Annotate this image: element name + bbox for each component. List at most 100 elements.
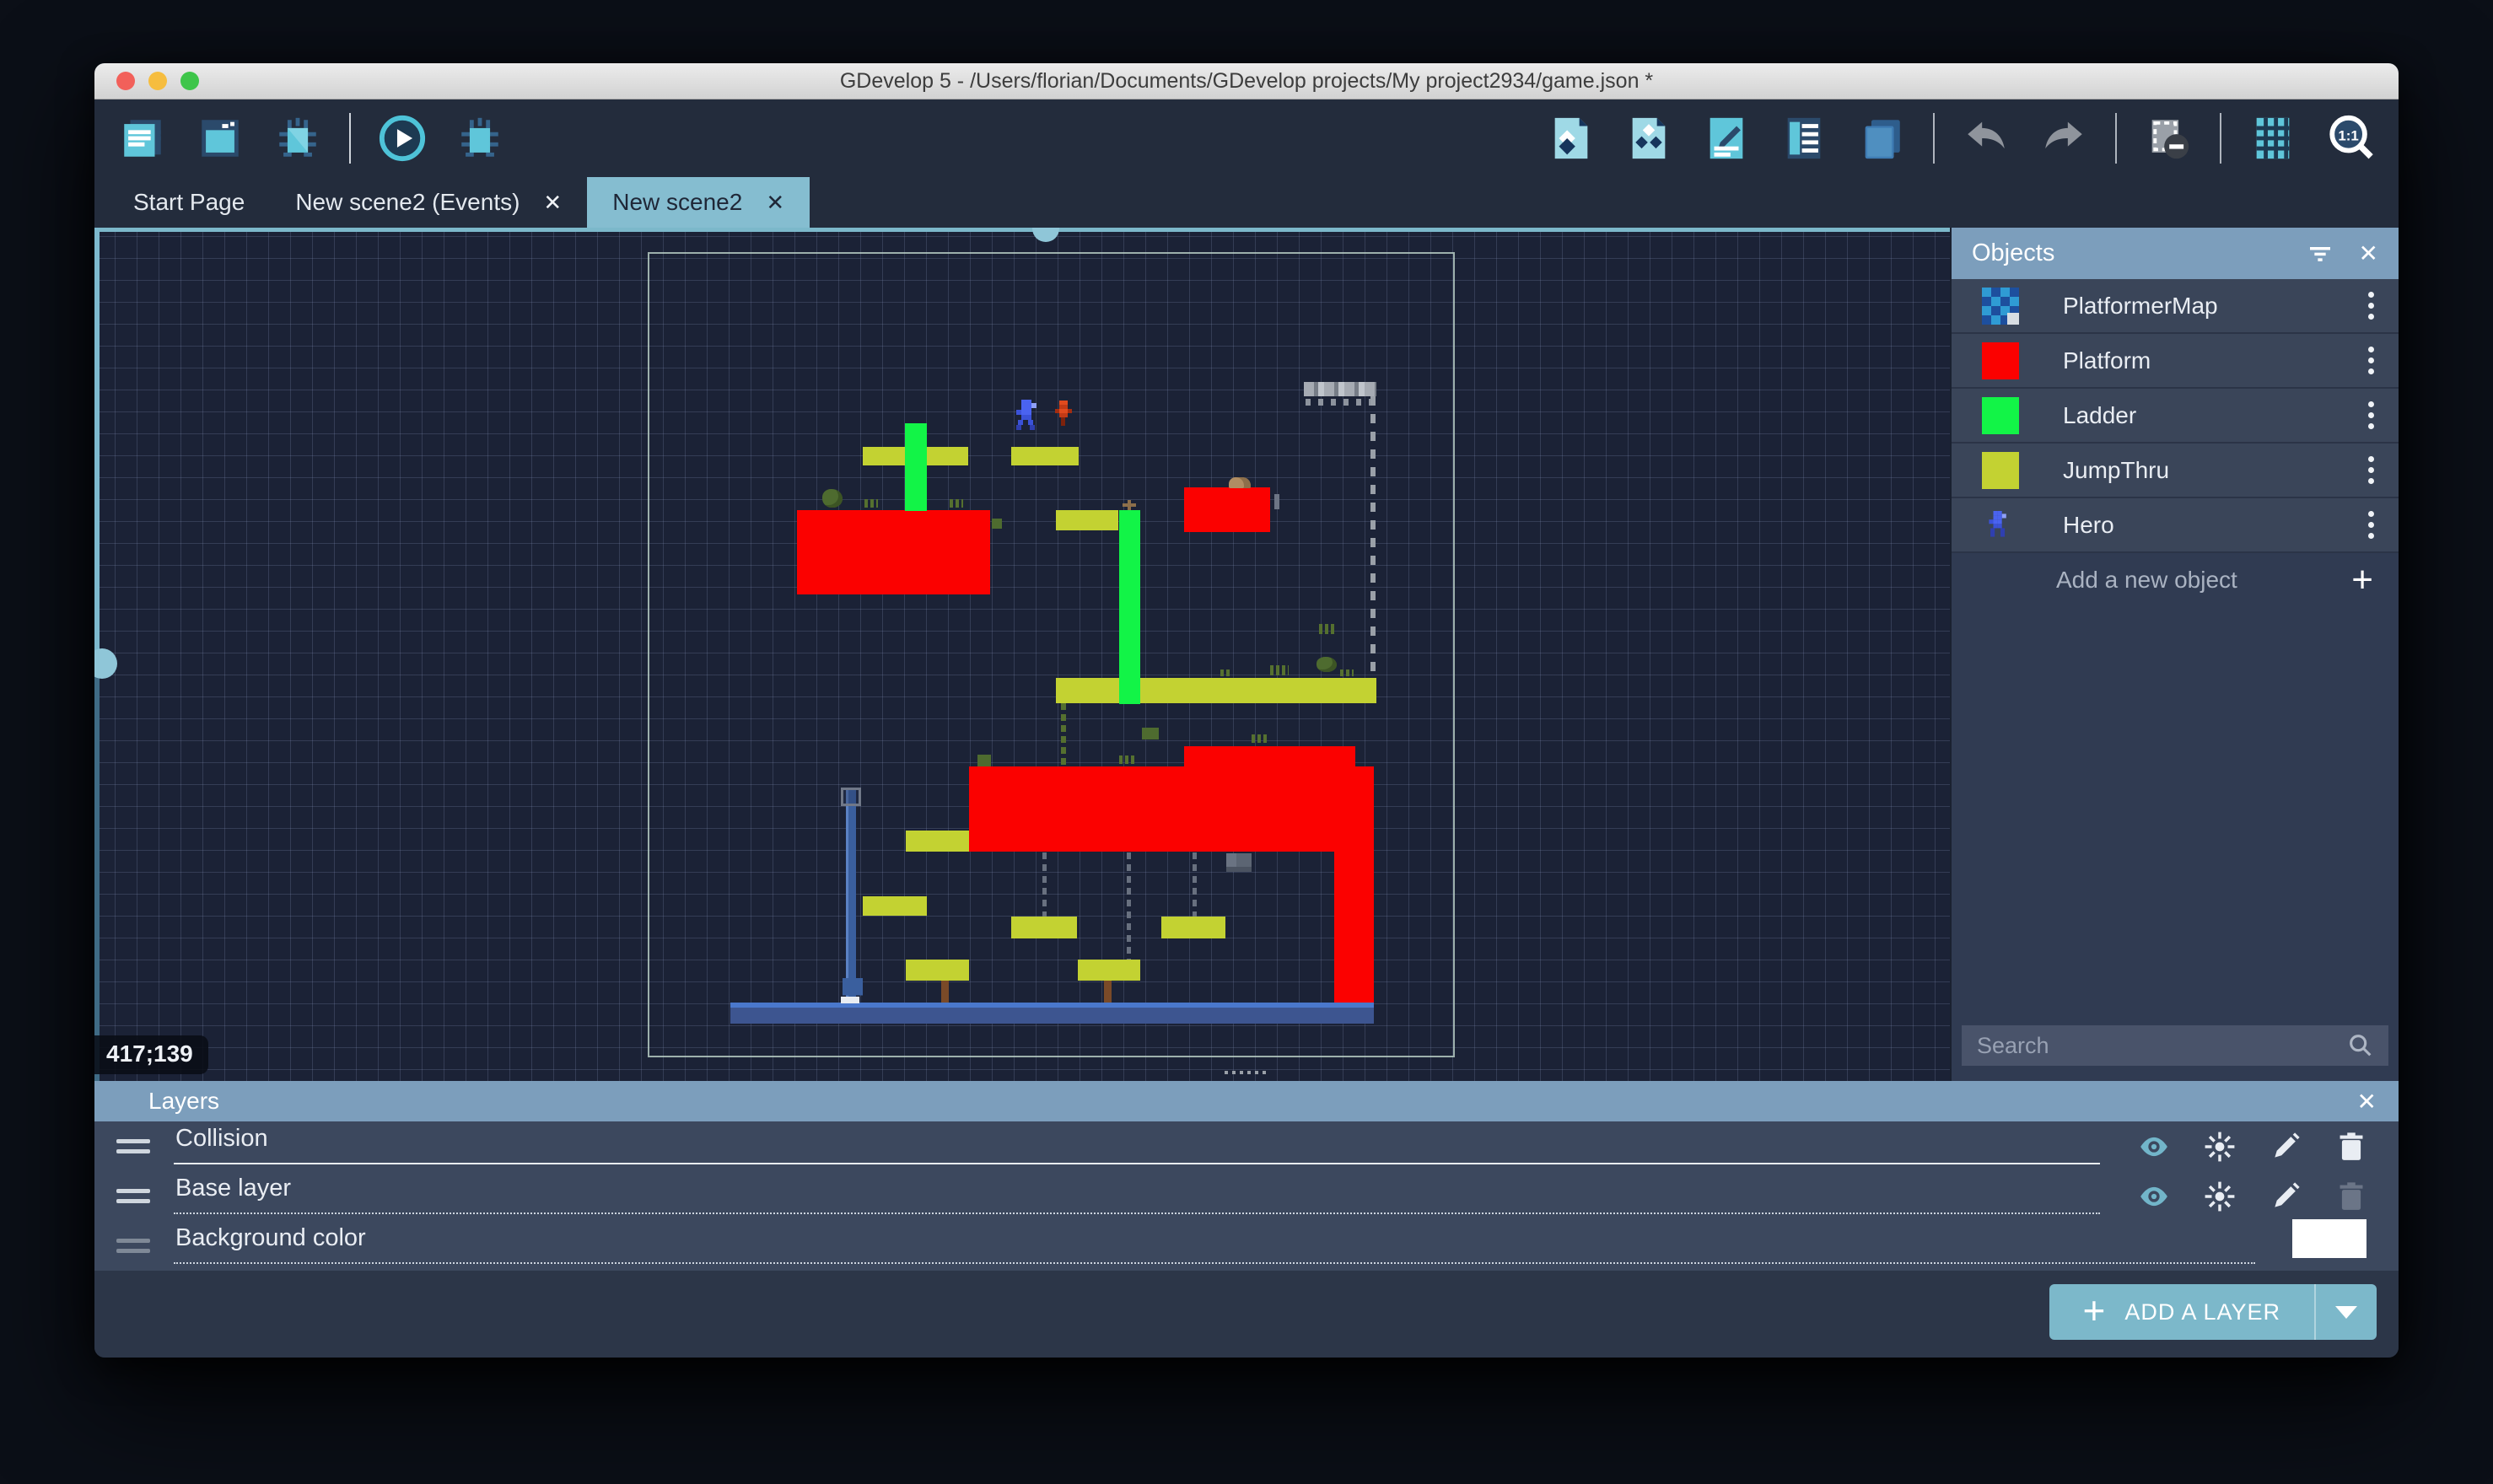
ladder-instance[interactable]: [905, 423, 927, 511]
delete-trash-icon[interactable]: [2334, 1180, 2368, 1213]
greenblock-instance[interactable]: [992, 519, 1002, 529]
layers-list-icon[interactable]: [1855, 112, 1908, 164]
object-groups-icon[interactable]: [1623, 112, 1675, 164]
cap-instance[interactable]: [841, 788, 861, 806]
jumpthru-instance[interactable]: [906, 960, 969, 981]
close-icon[interactable]: ✕: [543, 190, 562, 216]
play-icon[interactable]: [376, 112, 428, 164]
project-manager-icon[interactable]: [116, 112, 169, 164]
flag-instance[interactable]: [843, 978, 863, 1003]
red-instance[interactable]: [797, 510, 990, 594]
search-input[interactable]: [1975, 1032, 2346, 1060]
greenblock-instance[interactable]: [977, 755, 991, 766]
brick-instance[interactable]: [1226, 853, 1252, 872]
bush-instance[interactable]: [822, 489, 843, 508]
instances-list-icon[interactable]: [1778, 112, 1830, 164]
minimize-window-button[interactable]: [148, 72, 167, 90]
start-page-icon[interactable]: [194, 112, 246, 164]
object-search-box[interactable]: [1962, 1025, 2388, 1066]
close-icon[interactable]: ✕: [766, 190, 784, 216]
object-row-ladder[interactable]: Ladder: [1952, 389, 2399, 444]
edit-pencil-icon[interactable]: [2269, 1130, 2302, 1164]
layer-row-base-layer[interactable]: Base layer: [94, 1171, 2399, 1221]
pole-instance[interactable]: [846, 790, 856, 1003]
post-instance[interactable]: [941, 981, 949, 1003]
object-row-hero[interactable]: Hero: [1952, 498, 2399, 553]
chain-instance[interactable]: [1042, 852, 1047, 918]
object-menu-icon[interactable]: [2358, 456, 2383, 484]
object-menu-icon[interactable]: [2358, 401, 2383, 429]
layer-row-background-color[interactable]: Background color: [94, 1221, 2399, 1271]
add-a-layer-button[interactable]: + ADD A LAYER: [2049, 1284, 2377, 1340]
jumpthru-instance[interactable]: [906, 831, 969, 852]
drag-handle-icon[interactable]: [116, 1189, 150, 1203]
jumpthru-instance[interactable]: [1078, 960, 1140, 981]
maximize-window-button[interactable]: [180, 72, 199, 90]
add-layer-dropdown-button[interactable]: [2316, 1284, 2377, 1340]
tab-start-page[interactable]: Start Page: [108, 177, 270, 228]
hero-blue-instance[interactable]: [1011, 400, 1037, 432]
snail-instance[interactable]: [1229, 477, 1251, 488]
effects-icon[interactable]: [2203, 1130, 2237, 1164]
grass-instance[interactable]: [1270, 665, 1289, 675]
grass-instance[interactable]: [1220, 669, 1232, 676]
chain-instance[interactable]: [1193, 852, 1197, 918]
object-row-platformermap[interactable]: PlatformerMap: [1952, 279, 2399, 334]
layer-name-field[interactable]: Base layer: [174, 1166, 2100, 1214]
tick-instance[interactable]: [1274, 494, 1279, 509]
object-row-platform[interactable]: Platform: [1952, 334, 2399, 389]
add-new-object-button[interactable]: Add a new object +: [1952, 553, 2399, 606]
jumpthru-instance[interactable]: [1011, 447, 1079, 465]
crane-dots-instance[interactable]: [1306, 399, 1375, 406]
grid-icon[interactable]: [2247, 112, 2299, 164]
edit-pencil-icon[interactable]: [2269, 1180, 2302, 1213]
close-icon[interactable]: ✕: [2357, 1088, 2377, 1116]
window-mask-icon[interactable]: [2142, 112, 2194, 164]
grass-instance[interactable]: [1319, 624, 1334, 634]
zoom-1-1-icon[interactable]: 1:1: [2324, 112, 2377, 164]
close-window-button[interactable]: [116, 72, 135, 90]
filter-icon[interactable]: [2307, 240, 2334, 267]
object-menu-icon[interactable]: [2358, 511, 2383, 539]
jumpthru-instance[interactable]: [863, 896, 927, 916]
background-color-swatch[interactable]: [2292, 1219, 2366, 1258]
effects-icon[interactable]: [2203, 1180, 2237, 1213]
object-menu-icon[interactable]: [2358, 347, 2383, 374]
ladder-instance[interactable]: [1119, 510, 1140, 704]
jumpthru-instance[interactable]: [1161, 917, 1225, 938]
bush-instance[interactable]: [1316, 657, 1337, 672]
dash-v-instance[interactable]: [1370, 396, 1376, 678]
objects-editor-icon[interactable]: [1545, 112, 1597, 164]
grass-instance[interactable]: [1252, 734, 1267, 743]
grass-instance[interactable]: [864, 499, 878, 508]
red-instance[interactable]: [1184, 487, 1270, 532]
floor-instance[interactable]: [730, 1003, 1374, 1024]
layer-row-collision[interactable]: Collision: [94, 1121, 2399, 1171]
close-icon[interactable]: ✕: [2359, 239, 2378, 267]
drag-handle-icon[interactable]: [116, 1139, 150, 1153]
visibility-eye-icon[interactable]: [2137, 1180, 2171, 1213]
jumpthru-instance[interactable]: [1011, 917, 1077, 938]
properties-icon[interactable]: [1700, 112, 1753, 164]
delete-trash-icon[interactable]: [2334, 1130, 2368, 1164]
red-instance[interactable]: [1184, 746, 1355, 767]
hero-red-instance[interactable]: [1055, 401, 1074, 426]
layer-name-field[interactable]: Collision: [174, 1116, 2100, 1164]
debug-preview-icon[interactable]: [454, 112, 506, 164]
greenblock-instance[interactable]: [1142, 728, 1159, 739]
grass-instance[interactable]: [950, 499, 963, 508]
dots-instance[interactable]: [1225, 1071, 1270, 1074]
object-row-jumpthru[interactable]: JumpThru: [1952, 444, 2399, 498]
debug-icon[interactable]: [272, 112, 324, 164]
scene-canvas[interactable]: 417;139: [94, 228, 1950, 1081]
vine-instance[interactable]: [1061, 703, 1066, 766]
grass-instance[interactable]: [1119, 755, 1134, 764]
jumpthru-instance[interactable]: [1056, 510, 1118, 530]
tab-new-scene2-events[interactable]: New scene2 (Events) ✕: [270, 177, 587, 228]
red-instance[interactable]: [1334, 852, 1374, 1003]
redo-icon[interactable]: [2038, 112, 2090, 164]
red-instance[interactable]: [969, 766, 1374, 852]
visibility-eye-icon[interactable]: [2137, 1130, 2171, 1164]
tab-new-scene2[interactable]: New scene2 ✕: [587, 177, 810, 228]
undo-icon[interactable]: [1960, 112, 2012, 164]
